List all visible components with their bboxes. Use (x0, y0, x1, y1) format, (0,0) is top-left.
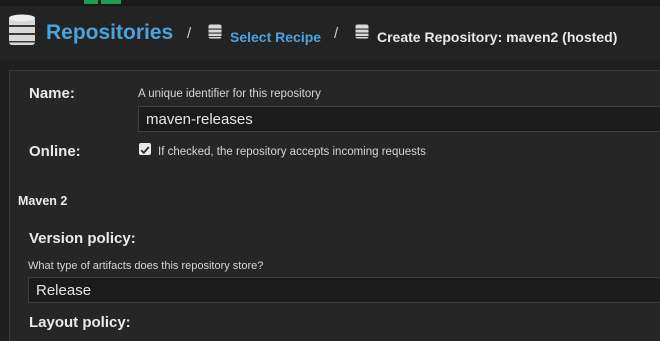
breadcrumb-bar: Repositories / Select Recipe / Create Re… (0, 6, 660, 60)
version-policy-label: Version policy: (29, 230, 136, 247)
online-label: Online: (29, 143, 81, 160)
version-policy-select[interactable]: Release (28, 277, 660, 303)
status-tab-marker (101, 0, 121, 4)
name-label: Name: (29, 85, 75, 102)
database-icon (355, 24, 369, 39)
online-help: If checked, the repository accepts incom… (158, 146, 426, 158)
name-help: A unique identifier for this repository (138, 88, 321, 100)
breadcrumb-separator: / (334, 25, 339, 42)
layout-policy-label: Layout policy: (29, 314, 131, 331)
version-policy-help: What type of artifacts does this reposit… (28, 260, 264, 272)
status-tab-marker (84, 0, 98, 4)
breadcrumb-current: Create Repository: maven2 (hosted) (377, 29, 618, 45)
checkmark-icon (140, 146, 150, 155)
section-title: Maven 2 (18, 194, 68, 208)
database-icon (208, 24, 222, 39)
online-checkbox[interactable] (139, 143, 151, 155)
breadcrumb-separator: / (187, 25, 192, 42)
breadcrumb-select-recipe[interactable]: Select Recipe (230, 29, 321, 45)
page-title[interactable]: Repositories (46, 21, 173, 45)
database-icon (9, 14, 35, 45)
name-field[interactable]: maven-releases (138, 106, 660, 132)
